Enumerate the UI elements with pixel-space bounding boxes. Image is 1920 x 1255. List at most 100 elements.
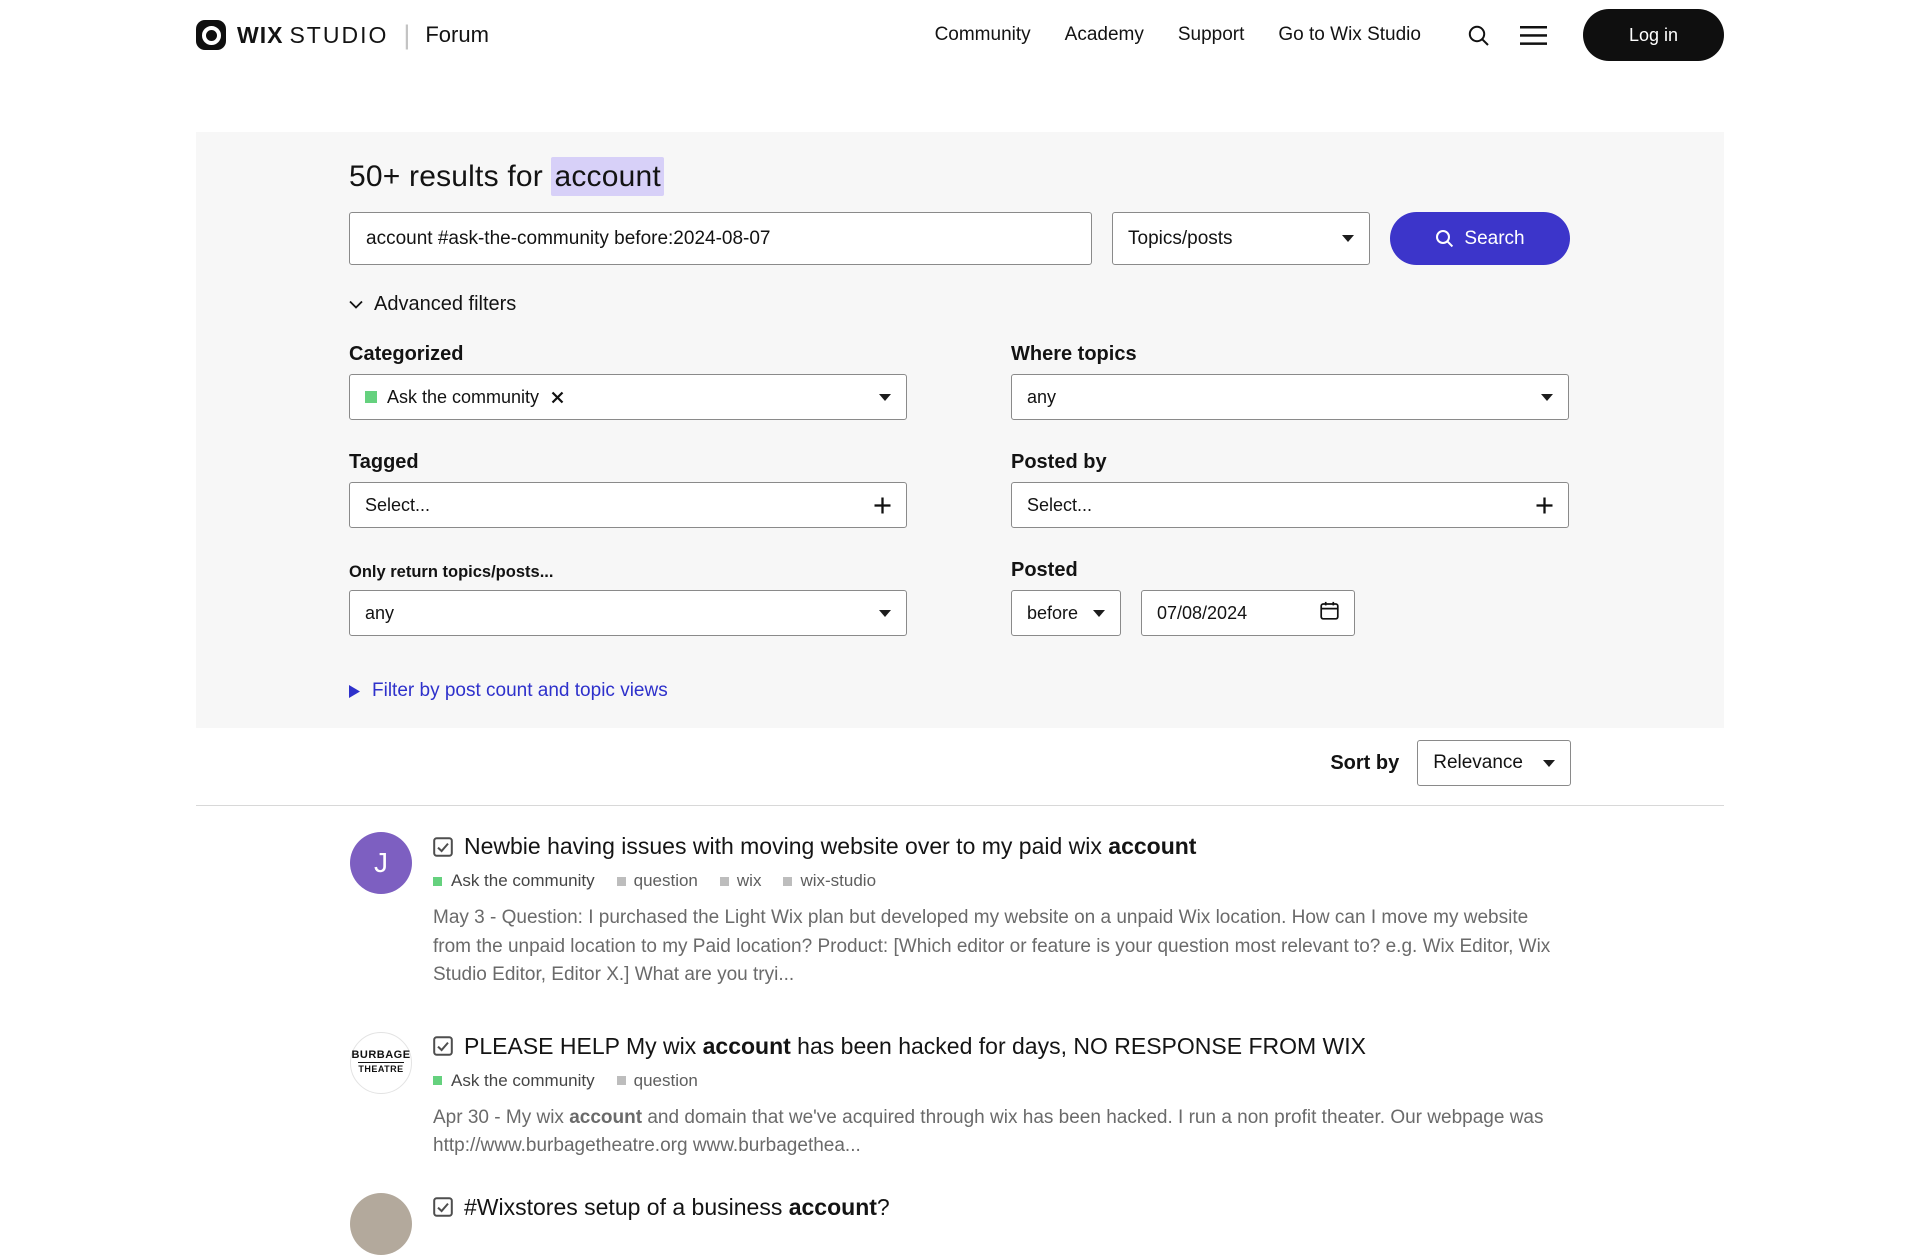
search-icon[interactable] (1467, 24, 1490, 47)
nav-academy[interactable]: Academy (1065, 24, 1144, 46)
result-title[interactable]: Newbie having issues with moving website… (433, 833, 1566, 860)
result-body: Newbie having issues with moving website… (433, 832, 1566, 990)
sort-by-label: Sort by (1330, 751, 1400, 774)
results-title: 50+ results for account (349, 157, 1571, 196)
tag[interactable]: wix (719, 871, 762, 891)
chevron-down-icon (1543, 759, 1555, 767)
tag-label: wix-studio (800, 871, 877, 890)
result-type-select[interactable]: Topics/posts (1112, 212, 1370, 265)
posted-when-value: before (1027, 602, 1079, 623)
chevron-down-icon (879, 609, 891, 617)
tag-label: wix (736, 871, 762, 890)
tagged-field: Tagged Select... (349, 448, 907, 528)
result-title-text: PLEASE HELP My wix account has been hack… (464, 1032, 1366, 1059)
header-inner: WIX STUDIO | Forum Community Academy Sup… (196, 9, 1724, 61)
search-panel: 50+ results for account Topics/posts Sea… (196, 132, 1724, 728)
chevron-down-icon (1093, 609, 1105, 617)
play-triangle-icon (349, 684, 360, 698)
result-row: BURBAGE THEATRE PLEASE HELP My wix accou… (350, 1031, 1724, 1161)
only-return-field: Only return topics/posts... any (349, 556, 907, 636)
category-color-square-icon (365, 391, 377, 403)
tagged-select[interactable]: Select... (349, 482, 907, 528)
results-title-highlight: account (551, 157, 664, 196)
calendar-icon[interactable] (1320, 601, 1339, 625)
tag-square-icon (719, 876, 729, 886)
posted-controls: before 07/08/2024 (1011, 590, 1569, 636)
hamburger-menu-icon[interactable] (1519, 25, 1547, 45)
login-button[interactable]: Log in (1582, 9, 1724, 61)
plus-icon[interactable] (1536, 497, 1553, 514)
where-topics-select[interactable]: any (1011, 374, 1569, 420)
only-return-label: Only return topics/posts... (349, 563, 554, 581)
tag[interactable]: wix-studio (783, 871, 876, 891)
posted-date-value: 07/08/2024 (1157, 602, 1248, 623)
avatar[interactable]: J (350, 832, 412, 894)
tag-square-icon (616, 1076, 626, 1085)
where-topics-label: Where topics (1011, 343, 1137, 365)
solved-checkbox-icon (433, 836, 453, 857)
posted-by-field: Posted by Select... (1011, 448, 1569, 528)
result-excerpt: Apr 30 - My wix account and domain that … (433, 1106, 1544, 1157)
nav-community[interactable]: Community (935, 24, 1031, 46)
plus-icon[interactable] (874, 497, 891, 514)
search-button[interactable]: Search (1390, 212, 1570, 265)
nav-support[interactable]: Support (1178, 24, 1245, 46)
main-nav: Community Academy Support Go to Wix Stud… (935, 24, 1421, 46)
search-row: Topics/posts Search (349, 212, 1571, 265)
result-title[interactable]: #Wixstores setup of a business account? (433, 1194, 890, 1221)
avatar-logo-line: BURBAGE (351, 1049, 411, 1062)
categorized-label: Categorized (349, 343, 464, 365)
result-title-text: Newbie having issues with moving website… (464, 833, 1197, 859)
only-return-value: any (365, 602, 395, 623)
avatar[interactable] (350, 1192, 412, 1255)
filters-left-column: Categorized Ask the community Tagged Sel… (349, 340, 907, 636)
categorized-field: Categorized Ask the community (349, 340, 907, 420)
nav-go-to-wix-studio[interactable]: Go to Wix Studio (1278, 24, 1421, 46)
solved-checkbox-icon (433, 1036, 453, 1056)
posted-date-input[interactable]: 07/08/2024 (1141, 590, 1355, 636)
tag[interactable]: question (616, 871, 698, 891)
chip-remove-icon[interactable] (551, 391, 564, 404)
category-square-icon (433, 876, 442, 886)
category-badge[interactable]: Ask the community (433, 1071, 595, 1091)
categorized-select[interactable]: Ask the community (349, 374, 907, 420)
search-query-input[interactable] (349, 212, 1092, 265)
posted-by-select[interactable]: Select... (1011, 482, 1569, 528)
results-title-text: 50+ results for (349, 160, 552, 193)
tag[interactable]: question (616, 1070, 698, 1091)
brand-forum: Forum (425, 22, 489, 47)
result-body: PLEASE HELP My wix account has been hack… (433, 1032, 1566, 1161)
category-square-icon (433, 1076, 442, 1085)
where-topics-value: any (1027, 386, 1057, 407)
result-excerpt: May 3 - Question: I purchased the Light … (433, 907, 1551, 985)
brand-separator: | (403, 19, 411, 50)
tag-square-icon (783, 876, 793, 886)
search-button-icon (1436, 230, 1454, 248)
result-title[interactable]: PLEASE HELP My wix account has been hack… (433, 1033, 1566, 1060)
category-badge[interactable]: Ask the community (433, 871, 595, 891)
tag-label: question (633, 871, 698, 890)
results-divider (196, 805, 1724, 806)
posted-by-label: Posted by (1011, 451, 1107, 473)
tag-label: question (633, 1070, 698, 1090)
advanced-filters-toggle[interactable]: Advanced filters (349, 293, 1571, 316)
tag-square-icon (616, 876, 626, 886)
post-count-filter-link[interactable]: Filter by post count and topic views (349, 680, 1571, 702)
category-label: Ask the community (451, 871, 595, 890)
sort-row: Sort by Relevance (196, 740, 1724, 786)
avatar-logo-line: THEATRE (358, 1062, 404, 1075)
advanced-filters-label: Advanced filters (374, 293, 517, 315)
category-label: Ask the community (451, 1070, 595, 1090)
category-chip-label: Ask the community (387, 386, 540, 407)
posted-by-placeholder: Select... (1027, 494, 1093, 515)
posted-when-select[interactable]: before (1011, 590, 1121, 636)
sort-by-select[interactable]: Relevance (1417, 740, 1571, 786)
avatar[interactable]: BURBAGE THEATRE (350, 1031, 412, 1094)
only-return-select[interactable]: any (349, 590, 907, 636)
avatar-initial: J (374, 847, 388, 878)
brand-studio: STUDIO (289, 21, 389, 48)
chevron-down-icon (349, 300, 363, 309)
brand-logo[interactable]: WIX STUDIO | Forum (196, 20, 489, 51)
filters-grid: Categorized Ask the community Tagged Sel… (349, 340, 1571, 636)
search-button-label: Search (1464, 227, 1525, 249)
